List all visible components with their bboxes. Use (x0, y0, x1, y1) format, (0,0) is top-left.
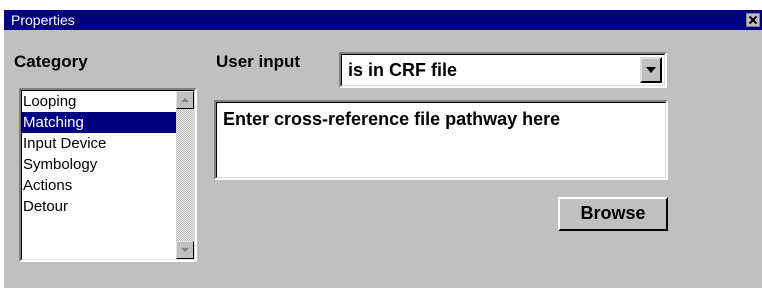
close-icon[interactable] (746, 13, 760, 27)
list-item-matching[interactable]: Matching (22, 112, 176, 133)
arrow-up-icon (181, 98, 189, 102)
list-item-input-device[interactable]: Input Device (22, 133, 176, 154)
arrow-down-icon (181, 248, 189, 252)
list-item-looping[interactable]: Looping (22, 91, 176, 112)
chevron-down-icon (646, 67, 656, 73)
user-input-value: is in CRF file (348, 60, 458, 80)
user-input-select[interactable]: is in CRF file (339, 52, 667, 88)
pathway-text: Enter cross-reference file pathway here (223, 109, 561, 129)
window-title: Properties (11, 12, 75, 28)
category-label: Category (14, 52, 88, 71)
user-input-label: User input (216, 52, 301, 71)
browse-button[interactable]: Browse (558, 197, 668, 231)
properties-dialog: Properties Category Looping Matching Inp… (4, 10, 762, 288)
category-scrollbar[interactable] (176, 91, 194, 259)
category-listbox[interactable]: Looping Matching Input Device Symbology … (19, 88, 197, 262)
list-item-symbology[interactable]: Symbology (22, 154, 176, 175)
dropdown-button[interactable] (640, 57, 662, 83)
list-item-detour[interactable]: Detour (22, 196, 176, 217)
category-list[interactable]: Looping Matching Input Device Symbology … (22, 91, 176, 259)
scroll-down-button[interactable] (176, 241, 194, 259)
scroll-up-button[interactable] (176, 91, 194, 109)
list-item-actions[interactable]: Actions (22, 175, 176, 196)
title-bar[interactable]: Properties (4, 10, 762, 30)
pathway-textarea[interactable]: Enter cross-reference file pathway here (214, 100, 668, 180)
